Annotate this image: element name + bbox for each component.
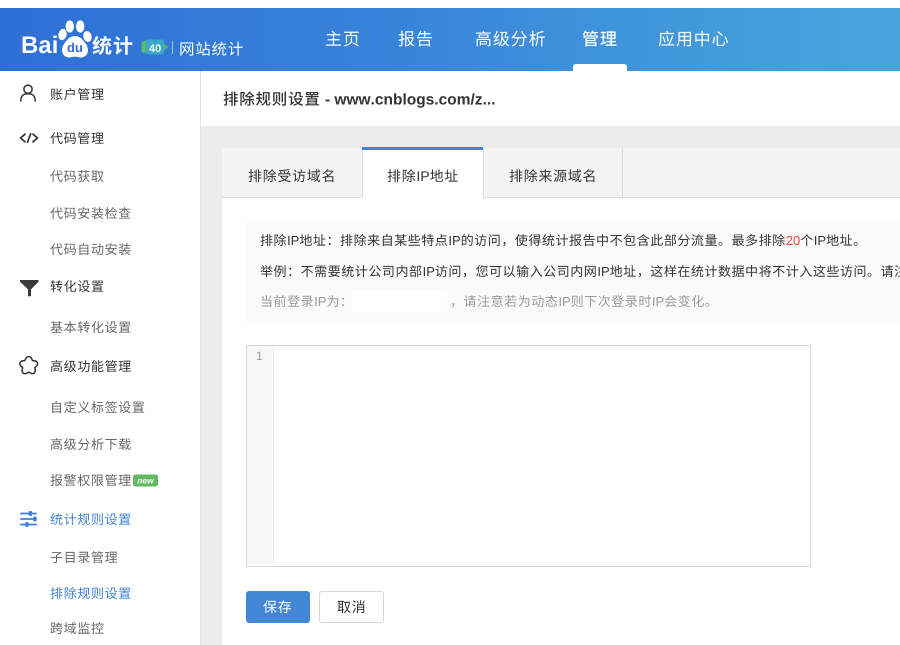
svg-text:new: new — [137, 475, 155, 485]
